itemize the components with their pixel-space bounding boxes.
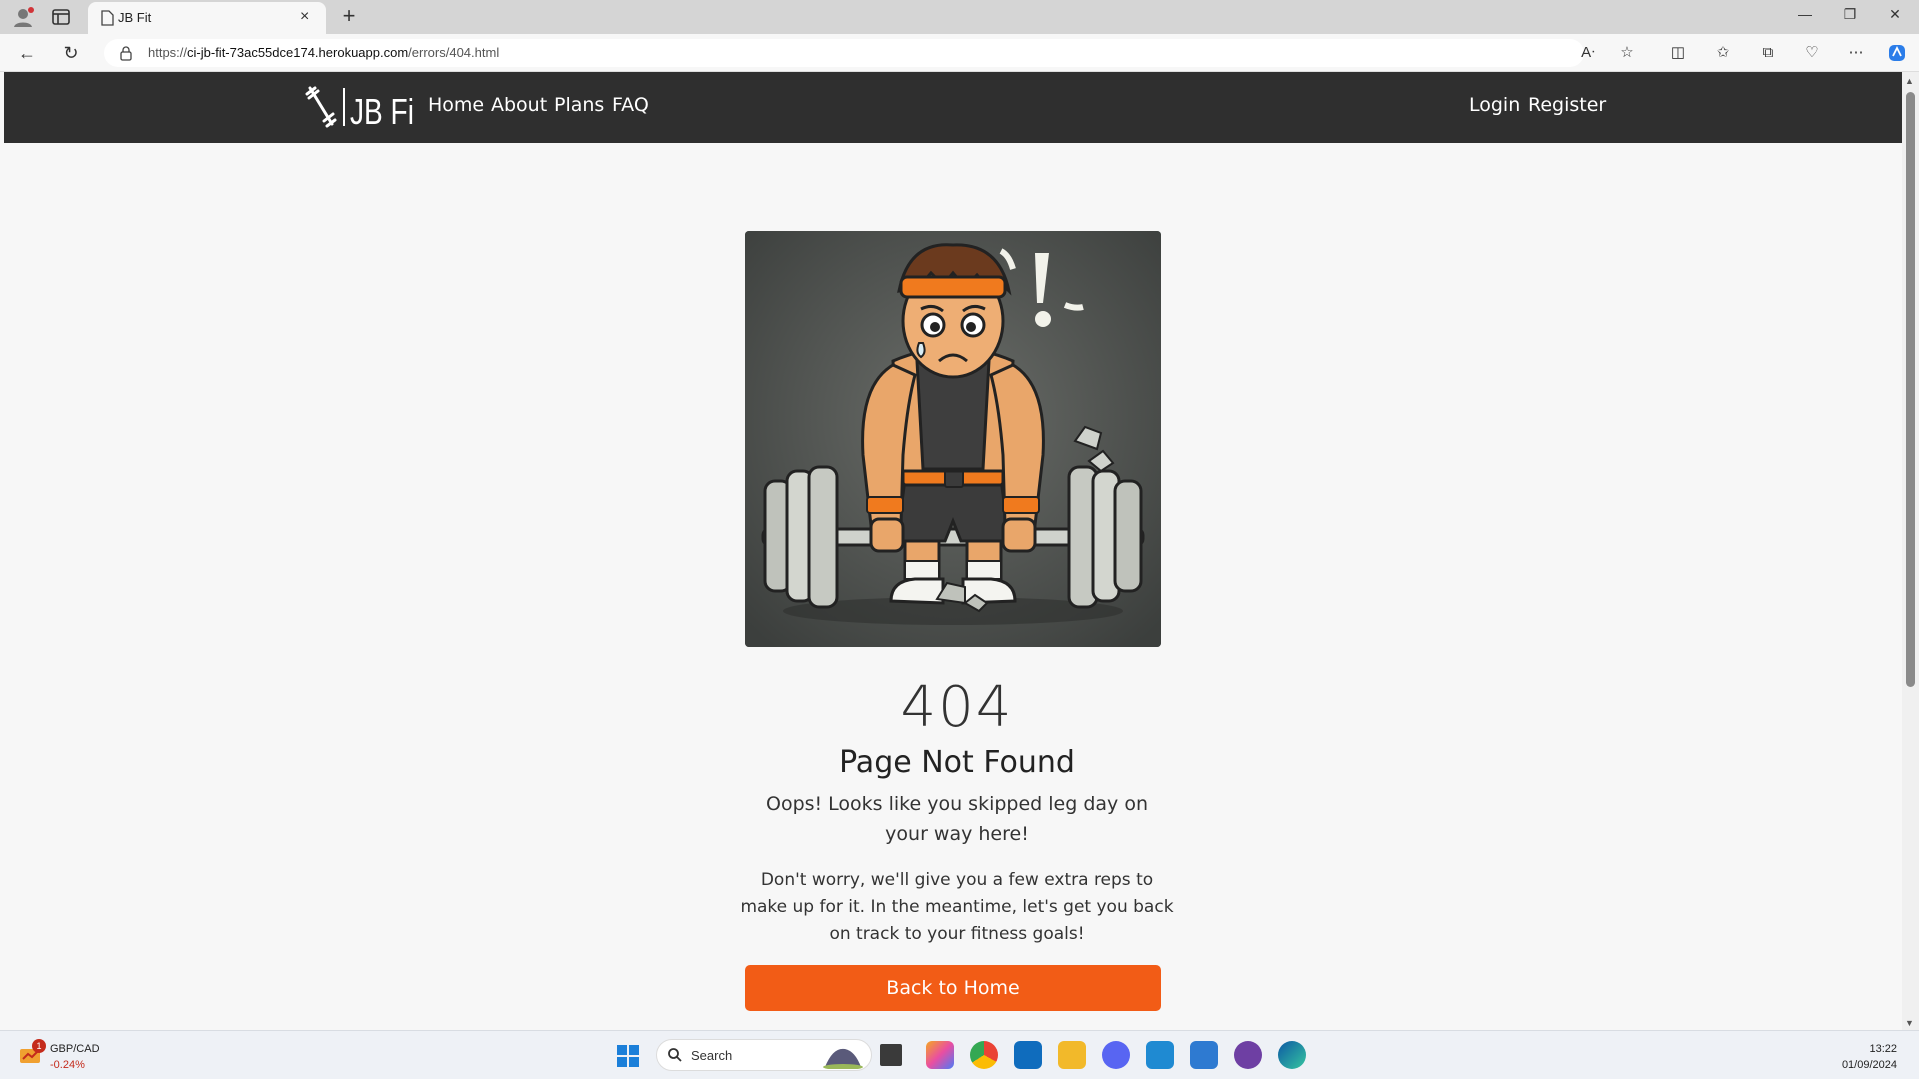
url-host: ci-jb-fit-73ac55dce174.herokuapp.com xyxy=(187,45,409,60)
minimize-icon[interactable]: — xyxy=(1790,6,1820,22)
nav-register[interactable]: Register xyxy=(1528,94,1606,116)
nav-plans[interactable]: Plans xyxy=(554,94,604,116)
nav-home[interactable]: Home xyxy=(428,94,484,116)
close-tab-icon[interactable]: × xyxy=(300,9,316,25)
file-explorer-icon[interactable] xyxy=(1058,1041,1086,1069)
github-icon[interactable] xyxy=(1234,1041,1262,1069)
notepad-icon[interactable] xyxy=(1190,1041,1218,1069)
error-lead: Oops! Looks like you skipped leg day on … xyxy=(765,793,1148,845)
page-icon xyxy=(101,10,114,26)
browser-tab-bar: JB Fit × + — ❐ ✕ xyxy=(0,0,1919,34)
back-to-home-button[interactable]: Back to Home xyxy=(745,965,1161,1011)
copilot-icon[interactable] xyxy=(1887,43,1907,63)
close-window-icon[interactable]: ✕ xyxy=(1880,6,1910,23)
back-icon[interactable]: ← xyxy=(16,42,38,64)
refresh-icon[interactable]: ↻ xyxy=(60,42,82,64)
nav-login[interactable]: Login xyxy=(1469,94,1520,116)
tab-actions-icon[interactable] xyxy=(50,6,72,28)
profile-icon[interactable] xyxy=(12,6,34,28)
chrome-icon[interactable] xyxy=(970,1041,998,1069)
copilot-app-icon[interactable] xyxy=(926,1041,954,1069)
search-label: Search xyxy=(691,1048,733,1063)
error-body: Don't worry, we'll give you a few extra … xyxy=(740,870,1174,944)
weightlifter-illustration xyxy=(745,231,1161,647)
vscode-icon[interactable] xyxy=(1146,1041,1174,1069)
scroll-down-icon[interactable]: ▼ xyxy=(1905,1018,1914,1028)
nav-about[interactable]: About xyxy=(491,94,547,116)
more-menu-icon[interactable]: ⋯ xyxy=(1846,43,1866,63)
scrollbar-thumb[interactable] xyxy=(1906,92,1915,687)
search-highlight-icon xyxy=(823,1048,863,1069)
address-bar-row: ← ↻ https://ci-jb-fit-73ac55dce174.herok… xyxy=(0,34,1919,72)
task-view-icon[interactable] xyxy=(880,1044,902,1066)
clock-time: 13:22 xyxy=(1869,1043,1897,1055)
discord-icon[interactable] xyxy=(1102,1041,1130,1069)
page-scrollbar[interactable]: ▲ ▼ xyxy=(1902,72,1919,1030)
svg-text:JB Fit: JB Fit xyxy=(350,92,414,130)
site-navbar: JB Fit Home About Plans FAQ Login Regist… xyxy=(4,72,1902,143)
browser-tab-active[interactable]: JB Fit × xyxy=(88,2,326,34)
error-code: 404 xyxy=(900,675,1014,740)
favorite-star-icon[interactable]: ☆ xyxy=(1617,43,1637,63)
taskbar-search[interactable]: Search xyxy=(656,1039,872,1071)
error-title: Page Not Found xyxy=(839,745,1075,780)
currency-widget[interactable]: 1 GBP/CAD -0.24% xyxy=(18,1039,138,1073)
widget-pair: GBP/CAD xyxy=(50,1043,100,1055)
widget-badge: 1 xyxy=(32,1039,46,1053)
url-prefix: https:// xyxy=(148,45,188,60)
windows-taskbar: 1 GBP/CAD -0.24% Search 13:22 01/09/2024 xyxy=(0,1030,1919,1079)
url-path: /errors/404.html xyxy=(408,45,500,60)
error-page-content: 404 Page Not Found Oops! Looks like you … xyxy=(4,143,1902,1030)
favorites-icon[interactable]: ✩ xyxy=(1713,43,1733,63)
outlook-icon[interactable] xyxy=(1014,1041,1042,1069)
url-field[interactable]: https://ci-jb-fit-73ac55dce174.herokuapp… xyxy=(104,39,1584,67)
tab-title: JB Fit xyxy=(118,10,152,25)
search-icon xyxy=(668,1048,682,1062)
split-screen-icon[interactable]: ◫ xyxy=(1668,43,1688,63)
restore-icon[interactable]: ❐ xyxy=(1835,6,1865,23)
nav-faq[interactable]: FAQ xyxy=(612,94,649,116)
clock-date: 01/09/2024 xyxy=(1841,1059,1897,1071)
scroll-up-icon[interactable]: ▲ xyxy=(1905,76,1914,86)
jb-fit-logo[interactable]: JB Fit xyxy=(304,84,414,130)
read-aloud-icon[interactable]: Aᐧ xyxy=(1578,43,1598,63)
collections-icon[interactable]: ⧉ xyxy=(1758,43,1778,63)
lock-icon[interactable] xyxy=(118,45,134,61)
windows-start-icon[interactable] xyxy=(616,1044,640,1068)
new-tab-button[interactable]: + xyxy=(338,5,360,28)
widget-change: -0.24% xyxy=(50,1059,85,1071)
system-clock[interactable]: 13:22 01/09/2024 xyxy=(1842,1041,1897,1073)
edge-icon[interactable] xyxy=(1278,1041,1306,1069)
browser-essentials-icon[interactable]: ♡ xyxy=(1802,43,1822,63)
